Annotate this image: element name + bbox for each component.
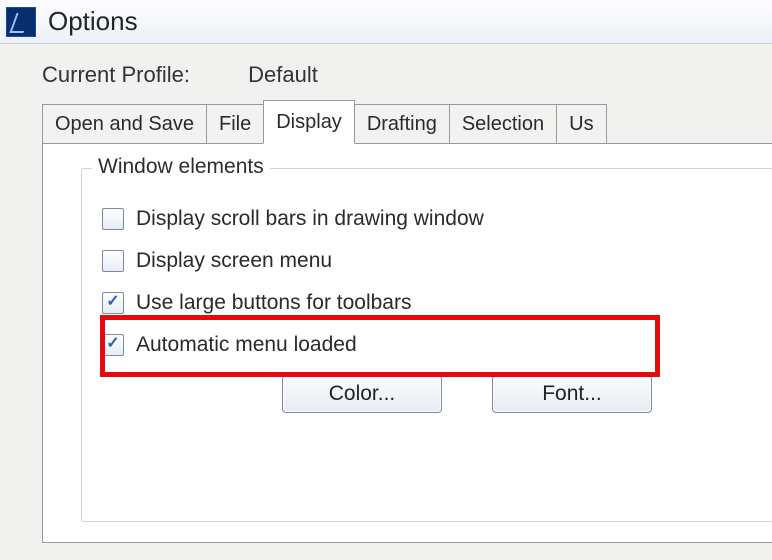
checkbox-scroll-bars[interactable] (102, 208, 124, 230)
tab-panel-display: Window elements Display scroll bars in d… (42, 143, 772, 543)
checkbox-large-buttons[interactable] (102, 292, 124, 314)
checkbox-label: Automatic menu loaded (136, 333, 357, 357)
tab-open-and-save[interactable]: Open and Save (42, 104, 207, 143)
group-legend: Window elements (92, 155, 270, 179)
group-window-elements: Window elements Display scroll bars in d… (81, 168, 772, 522)
tab-strip: Open and Save File Display Drafting Sele… (42, 98, 772, 143)
tab-display[interactable]: Display (263, 100, 355, 144)
checkbox-auto-menu[interactable] (102, 334, 124, 356)
tab-selection[interactable]: Selection (449, 104, 557, 143)
check-row-screen-menu[interactable]: Display screen menu (102, 249, 752, 273)
tab-file[interactable]: File (206, 104, 264, 143)
check-row-auto-menu[interactable]: Automatic menu loaded (102, 333, 752, 357)
checkbox-label: Display scroll bars in drawing window (136, 207, 484, 231)
tab-drafting[interactable]: Drafting (354, 104, 450, 143)
window-title: Options (48, 6, 138, 37)
checkbox-label: Display screen menu (136, 249, 332, 273)
checkbox-label: Use large buttons for toolbars (136, 291, 411, 315)
button-row: Color... Font... (282, 375, 752, 413)
font-button[interactable]: Font... (492, 375, 652, 413)
color-button[interactable]: Color... (282, 375, 442, 413)
profile-row: Current Profile: Default (42, 62, 772, 88)
tab-user[interactable]: Us (556, 104, 606, 143)
app-icon (6, 7, 36, 37)
profile-value: Default (248, 62, 318, 88)
check-row-scroll-bars[interactable]: Display scroll bars in drawing window (102, 207, 752, 231)
check-row-large-buttons[interactable]: Use large buttons for toolbars (102, 291, 752, 315)
checkbox-screen-menu[interactable] (102, 250, 124, 272)
title-bar: Options (0, 0, 772, 44)
client-area: Current Profile: Default Open and Save F… (0, 44, 772, 560)
profile-label: Current Profile: (42, 62, 242, 88)
